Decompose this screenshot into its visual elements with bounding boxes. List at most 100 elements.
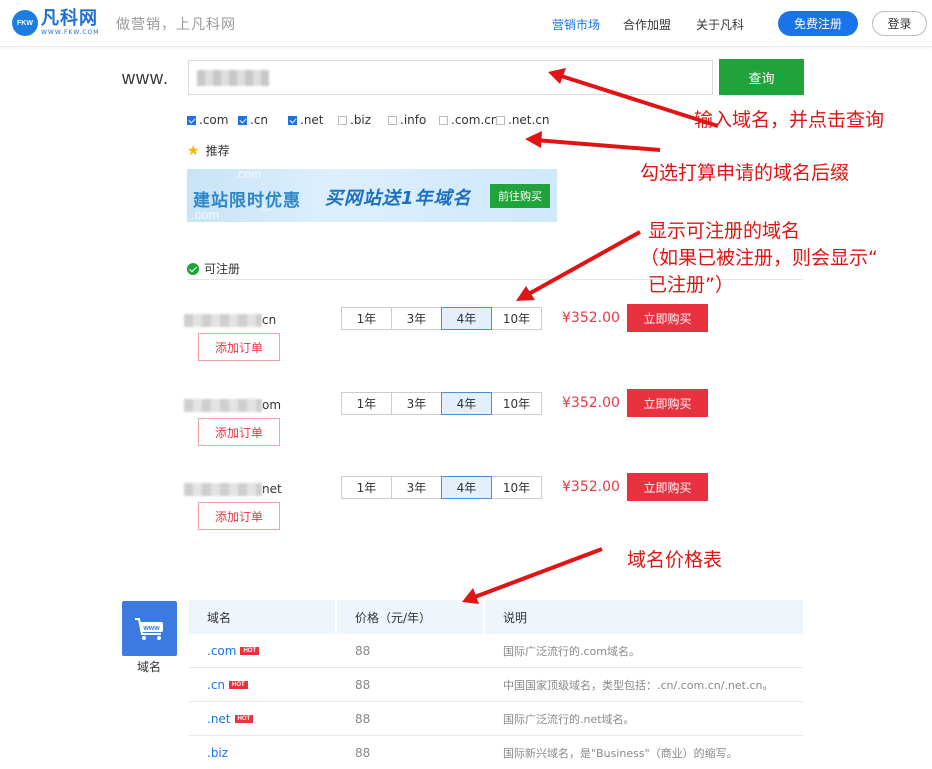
year-option[interactable]: 4年 (441, 307, 492, 330)
arrow-head (516, 286, 535, 301)
suffix-net[interactable]: .net (288, 113, 324, 127)
domain-suffix[interactable]: .net (207, 712, 231, 726)
logo-name: 凡科网 (41, 8, 98, 29)
row-price: 88 (355, 643, 371, 658)
table-row: .com HOT 88 国际广泛流行的.com域名。 (189, 634, 803, 668)
row-desc: 中国国家顶级域名，类型包括：.cn/.com.cn/.net.cn。 (503, 678, 774, 692)
add-order-button[interactable]: 添加订单 (198, 333, 280, 361)
year-option[interactable]: 1年 (341, 392, 392, 415)
domain-name: cn (184, 313, 276, 327)
price: ¥352.00 (562, 310, 620, 326)
row-desc: 国际广泛流行的.net域名。 (503, 712, 635, 726)
year-option[interactable]: 3年 (391, 476, 442, 499)
domain-search-input[interactable] (188, 60, 713, 95)
blurred-domain (184, 399, 262, 412)
checkbox-icon[interactable] (439, 115, 448, 125)
available-heading: 可注册 (187, 260, 240, 277)
table-row: .cn HOT 88 中国国家顶级域名，类型包括：.cn/.com.cn/.net… (189, 668, 803, 702)
year-option[interactable]: 3年 (391, 392, 442, 415)
row-price: 88 (355, 745, 371, 760)
row-desc: 国际广泛流行的.com域名。 (503, 644, 640, 658)
hot-badge: HOT (229, 680, 248, 689)
arrow-head (525, 131, 542, 148)
hot-badge: HOT (234, 714, 254, 723)
domain-suffix[interactable]: .com (207, 644, 236, 658)
www-prefix: www. (122, 68, 170, 88)
arrow-to-available (524, 230, 641, 298)
suffix-com[interactable]: .com (187, 113, 228, 127)
checkbox-icon[interactable] (388, 115, 397, 125)
slogan: 做营销，上凡科网 (116, 17, 236, 33)
buy-now-button[interactable]: 立即购买 (627, 304, 708, 332)
domain-suffix[interactable]: .biz (207, 746, 228, 760)
year-option[interactable]: 1年 (341, 476, 392, 499)
table-row: .net HOT 88 国际广泛流行的.net域名。 (189, 702, 803, 736)
checkbox-icon[interactable] (338, 115, 347, 125)
domain-name: om (184, 398, 281, 412)
logo-url: WWW.FKW.COM (41, 29, 100, 36)
banner-buy-button[interactable]: 前往购买 (490, 184, 550, 208)
nav-about[interactable]: 关于凡科 (696, 16, 744, 33)
blurred-domain (184, 483, 262, 496)
suffix-biz[interactable]: .biz (338, 113, 371, 127)
arrow-to-suffix (534, 138, 661, 152)
recommend-label: ★ 推荐 (187, 142, 230, 159)
year-option[interactable]: 10年 (491, 476, 542, 499)
buy-now-button[interactable]: 立即购买 (627, 473, 708, 501)
checkbox-icon[interactable] (288, 115, 297, 125)
search-button[interactable]: 查询 (719, 59, 804, 95)
annotation-suffix: 勾选打算申请的域名后缀 (640, 162, 850, 184)
checkbox-icon[interactable] (238, 115, 247, 125)
annotation-available-1: 显示可注册的域名 (648, 220, 801, 242)
row-price: 88 (355, 677, 371, 692)
year-option[interactable]: 10年 (491, 307, 542, 330)
year-option[interactable]: 1年 (341, 307, 392, 330)
logo-mark: FKW (12, 10, 38, 36)
blurred-input-text (197, 70, 269, 86)
year-selector: 1年 3年 4年 10年 (341, 307, 542, 330)
top-header: FKW 凡科网 WWW.FKW.COM 做营销，上凡科网 营销市场 合作加盟 关… (0, 0, 932, 47)
arrow-to-table (471, 547, 603, 600)
nav-partnership[interactable]: 合作加盟 (623, 16, 671, 33)
year-selector: 1年 3年 4年 10年 (341, 392, 542, 415)
nav-marketing[interactable]: 营销市场 (552, 16, 600, 33)
checkbox-icon[interactable] (496, 115, 505, 125)
year-option[interactable]: 10年 (491, 392, 542, 415)
annotation-price-table: 域名价格表 (627, 549, 723, 571)
suffix-cn[interactable]: .cn (238, 113, 268, 127)
register-button[interactable]: 免费注册 (778, 11, 858, 36)
year-option[interactable]: 4年 (441, 392, 492, 415)
price-table: 域名 价格（元/年） 说明 .com HOT 88 国际广泛流行的.com域名。 … (189, 600, 803, 769)
annotation-available-2: （如果已被注册，则会显示“ (640, 247, 878, 269)
svg-text:www: www (142, 625, 160, 632)
category-label: 域名 (137, 660, 162, 674)
hot-badge: HOT (240, 646, 260, 655)
add-order-button[interactable]: 添加订单 (198, 502, 280, 530)
year-option[interactable]: 4年 (441, 476, 492, 499)
year-option[interactable]: 3年 (391, 307, 442, 330)
table-row: .biz 88 国际新兴域名，是"Business"（商业）的缩写。 (189, 736, 803, 769)
banner-mid-text: 买网站送1年域名 (325, 188, 472, 209)
add-order-button[interactable]: 添加订单 (198, 418, 280, 446)
login-button[interactable]: 登录 (872, 11, 927, 36)
check-circle-icon (187, 262, 199, 275)
row-desc: 国际新兴域名，是"Business"（商业）的缩写。 (503, 746, 738, 760)
domain-suffix[interactable]: .cn (207, 678, 225, 692)
suffix-info[interactable]: .info (388, 113, 426, 127)
www-cart-icon: www (122, 601, 177, 656)
suffix-com-cn[interactable]: .com.cn (439, 113, 498, 127)
annotation-available-3: 已注册”） (648, 274, 734, 296)
checkbox-icon[interactable] (187, 115, 196, 125)
blurred-domain (184, 314, 262, 327)
suffix-net-cn[interactable]: .net.cn (496, 113, 550, 127)
buy-now-button[interactable]: 立即购买 (627, 389, 708, 417)
row-price: 88 (355, 711, 371, 726)
promo-banner[interactable]: .com .com .cn 建站限时优惠 买网站送1年域名 前往购买 (187, 169, 557, 222)
price: ¥352.00 (562, 479, 620, 495)
year-selector: 1年 3年 4年 10年 (341, 476, 542, 499)
domain-name: net (184, 482, 282, 496)
annotation-search: 输入域名，并点击查询 (694, 109, 885, 131)
banner-left-text: 建站限时优惠 (193, 191, 301, 211)
star-icon: ★ (187, 142, 200, 159)
logo[interactable]: FKW 凡科网 WWW.FKW.COM (12, 8, 99, 38)
